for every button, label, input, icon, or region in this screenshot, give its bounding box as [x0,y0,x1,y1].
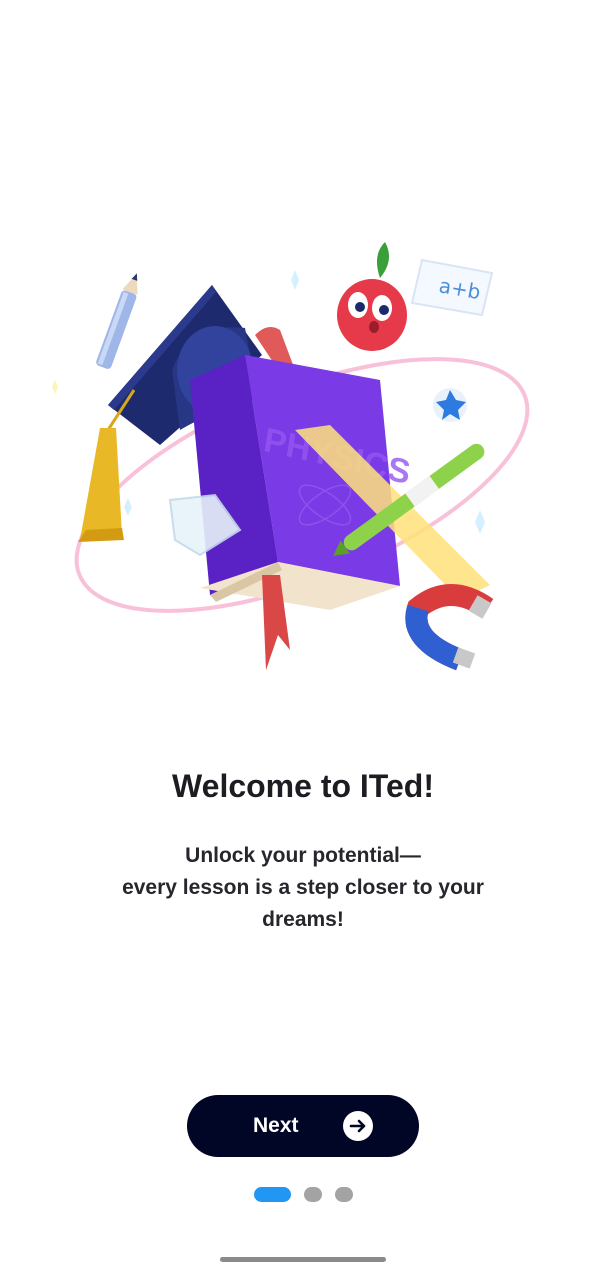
pencil-icon [96,273,138,369]
apple-icon [337,242,407,351]
formula-card: a+b [410,258,494,317]
education-illustration: PHYSICS a+b [52,242,530,671]
subtitle-line: every lesson is a step closer to your [122,876,484,899]
subtitle-line: dreams! [262,908,344,931]
ball-icon [433,388,467,422]
next-button-label: Next [253,1114,299,1137]
page-subtitle: Unlock your potential— every lesson is a… [90,840,516,936]
page-dot[interactable] [304,1187,322,1202]
page-dot-active[interactable] [254,1187,291,1202]
home-indicator[interactable] [220,1257,386,1262]
pagination-dots [0,1187,606,1203]
arrow-right-icon [343,1111,373,1141]
subtitle-line: Unlock your potential— [185,844,421,867]
page-dot[interactable] [335,1187,353,1202]
next-button[interactable]: Next [187,1095,419,1157]
onboarding-screen: PHYSICS a+b [0,0,606,1280]
page-title: Welcome to ITed! [172,768,434,804]
magnet-icon [405,584,494,671]
